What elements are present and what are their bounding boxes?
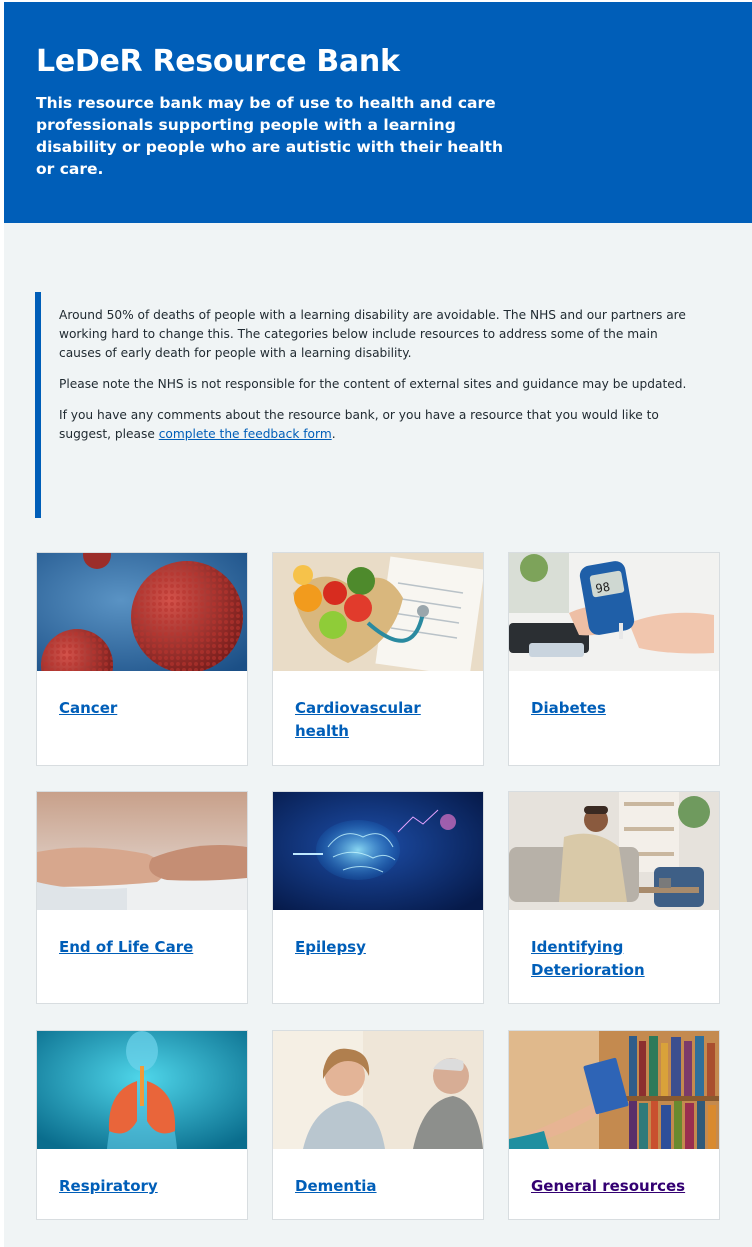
lungs-xray-image: [37, 1031, 247, 1149]
heart-fruit-stethoscope-image: [273, 553, 483, 671]
card-cancer[interactable]: Cancer: [36, 552, 248, 766]
disclaimer-paragraph: Please note the NHS is not responsible f…: [59, 377, 687, 391]
card-link[interactable]: End of Life Care: [59, 936, 229, 959]
card-respiratory[interactable]: Respiratory: [36, 1030, 248, 1220]
page: LeDeR Resource Bank This resource bank m…: [4, 2, 752, 1247]
inset-text: Around 50% of deaths of people with a le…: [35, 292, 705, 518]
card-link[interactable]: Diabetes: [531, 697, 701, 720]
card-link[interactable]: Cardiovascular health: [295, 697, 465, 743]
card-link[interactable]: Identifying Deterioration: [531, 936, 701, 982]
card-epilepsy[interactable]: Epilepsy: [272, 791, 484, 1004]
bookshelf-image: [509, 1031, 719, 1149]
hero-banner: LeDeR Resource Bank This resource bank m…: [4, 2, 752, 223]
glowing-brain-image: [273, 792, 483, 910]
feedback-suffix: .: [331, 427, 336, 441]
feedback-form-link[interactable]: complete the feedback form: [159, 427, 332, 441]
glucose-meter-image: 98: [509, 553, 719, 671]
card-link[interactable]: Epilepsy: [295, 936, 465, 959]
carer-with-elderly-man-image: [273, 1031, 483, 1149]
feedback-paragraph: If you have any comments about the resou…: [59, 406, 699, 444]
card-end-of-life-care[interactable]: End of Life Care: [36, 791, 248, 1004]
svg-text:98: 98: [594, 580, 611, 596]
card-link[interactable]: Cancer: [59, 697, 229, 720]
card-cardiovascular-health[interactable]: Cardiovascular health: [272, 552, 484, 766]
card-link[interactable]: General resources: [531, 1175, 701, 1198]
card-general-resources[interactable]: General resources: [508, 1030, 720, 1220]
card-link[interactable]: Dementia: [295, 1175, 465, 1198]
holding-hands-image: [37, 792, 247, 910]
hero-description: This resource bank may be of use to heal…: [36, 94, 504, 178]
feedback-prefix: If you have any comments about the resou…: [59, 408, 659, 441]
cancer-cell-image: [37, 553, 247, 671]
unwell-man-on-sofa-image: [509, 792, 719, 910]
card-dementia[interactable]: Dementia: [272, 1030, 484, 1220]
intro-paragraph: Around 50% of deaths of people with a le…: [59, 308, 686, 360]
card-diabetes[interactable]: 98 Diabetes: [508, 552, 720, 766]
card-identifying-deterioration[interactable]: Identifying Deterioration: [508, 791, 720, 1004]
page-title: LeDeR Resource Bank: [36, 44, 400, 79]
card-link[interactable]: Respiratory: [59, 1175, 229, 1198]
